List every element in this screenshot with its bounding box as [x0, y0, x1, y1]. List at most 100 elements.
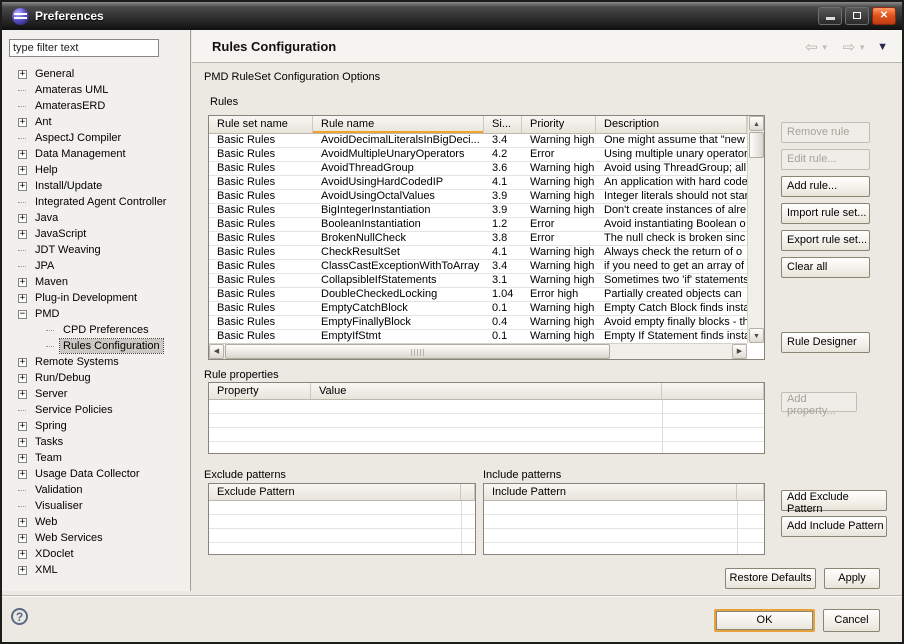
- value-column-header[interactable]: Value: [311, 383, 662, 399]
- vertical-scroll-thumb[interactable]: [749, 132, 764, 158]
- sidebar-item-jpa[interactable]: JPA: [2, 258, 189, 274]
- table-row[interactable]: Basic RulesClassCastExceptionWithToArray…: [209, 260, 747, 274]
- sidebar-item-service-policies[interactable]: Service Policies: [2, 402, 189, 418]
- expand-icon[interactable]: +: [18, 550, 27, 559]
- minimize-button[interactable]: [818, 7, 842, 25]
- sidebar-item-web[interactable]: +Web: [2, 514, 189, 530]
- expand-icon[interactable]: +: [18, 278, 27, 287]
- sidebar-item-plug-in-development[interactable]: +Plug-in Development: [2, 290, 189, 306]
- title-bar[interactable]: Preferences ✕: [2, 2, 902, 30]
- edit-rule-button[interactable]: Edit rule...: [781, 149, 870, 170]
- expand-icon[interactable]: +: [18, 182, 27, 191]
- table-row[interactable]: Basic RulesAvoidDecimalLiteralsInBigDeci…: [209, 134, 747, 148]
- sidebar-item-xml[interactable]: +XML: [2, 562, 189, 578]
- scroll-down-icon[interactable]: ▼: [749, 328, 764, 343]
- sidebar-item-web-services[interactable]: +Web Services: [2, 530, 189, 546]
- expand-icon[interactable]: +: [18, 422, 27, 431]
- expand-icon[interactable]: +: [18, 534, 27, 543]
- sidebar-item-jdt-weaving[interactable]: JDT Weaving: [2, 242, 189, 258]
- back-arrow-icon[interactable]: ⇦: [805, 38, 818, 56]
- column-header-rule-set-name[interactable]: Rule set name: [209, 116, 313, 133]
- add-rule-button[interactable]: Add rule...: [781, 176, 870, 197]
- sidebar-item-javascript[interactable]: +JavaScript: [2, 226, 189, 242]
- expand-icon[interactable]: +: [18, 70, 27, 79]
- horizontal-scrollbar[interactable]: ◀ ▶: [209, 343, 747, 359]
- sidebar-item-pmd[interactable]: −PMD: [2, 306, 189, 322]
- expand-icon[interactable]: +: [18, 166, 27, 175]
- expand-icon[interactable]: +: [18, 214, 27, 223]
- column-header-description[interactable]: Description: [596, 116, 747, 133]
- sidebar-item-general[interactable]: +General: [2, 66, 189, 82]
- table-row[interactable]: Basic RulesBigIntegerInstantiation3.9War…: [209, 204, 747, 218]
- sidebar-item-help[interactable]: +Help: [2, 162, 189, 178]
- expand-icon[interactable]: +: [18, 358, 27, 367]
- scroll-right-icon[interactable]: ▶: [732, 344, 747, 359]
- horizontal-scroll-thumb[interactable]: [225, 344, 610, 359]
- sidebar-item-aspectj-compiler[interactable]: AspectJ Compiler: [2, 130, 189, 146]
- column-header-rule-name[interactable]: Rule name: [313, 116, 484, 133]
- sidebar-item-run-debug[interactable]: +Run/Debug: [2, 370, 189, 386]
- expand-icon[interactable]: +: [18, 118, 27, 127]
- maximize-button[interactable]: [845, 7, 869, 25]
- import-rule-set-button[interactable]: Import rule set...: [781, 203, 870, 224]
- sidebar-item-server[interactable]: +Server: [2, 386, 189, 402]
- sidebar-item-remote-systems[interactable]: +Remote Systems: [2, 354, 189, 370]
- expand-icon[interactable]: +: [18, 294, 27, 303]
- table-row[interactable]: Basic RulesCheckResultSet4.1Warning high…: [209, 246, 747, 260]
- sidebar-item-xdoclet[interactable]: +XDoclet: [2, 546, 189, 562]
- table-row[interactable]: Basic RulesEmptyIfStmt0.1Warning highEmp…: [209, 330, 747, 343]
- include-pattern-column-header[interactable]: Include Pattern: [484, 484, 737, 500]
- sidebar-item-usage-data-collector[interactable]: +Usage Data Collector: [2, 466, 189, 482]
- filter-input[interactable]: [9, 39, 159, 57]
- expand-icon[interactable]: +: [18, 566, 27, 575]
- column-header-priority[interactable]: Priority: [522, 116, 596, 133]
- table-row[interactable]: Basic RulesAvoidUsingHardCodedIP4.1Warni…: [209, 176, 747, 190]
- export-rule-set-button[interactable]: Export rule set...: [781, 230, 870, 251]
- add-property-button[interactable]: Add property...: [781, 392, 857, 412]
- expand-icon[interactable]: +: [18, 374, 27, 383]
- sidebar-item-ant[interactable]: +Ant: [2, 114, 189, 130]
- expand-icon[interactable]: +: [18, 454, 27, 463]
- sidebar-item-java[interactable]: +Java: [2, 210, 189, 226]
- sidebar-item-maven[interactable]: +Maven: [2, 274, 189, 290]
- expand-icon[interactable]: +: [18, 230, 27, 239]
- table-row[interactable]: Basic RulesCollapsibleIfStatements3.1War…: [209, 274, 747, 288]
- vertical-scrollbar[interactable]: ▲ ▼: [747, 116, 764, 343]
- expand-icon[interactable]: +: [18, 438, 27, 447]
- help-icon[interactable]: ?: [11, 608, 28, 625]
- sidebar-item-spring[interactable]: +Spring: [2, 418, 189, 434]
- column-header-si[interactable]: Si...: [484, 116, 522, 133]
- expand-icon[interactable]: +: [18, 390, 27, 399]
- collapse-icon[interactable]: −: [18, 310, 27, 319]
- sidebar-item-validation[interactable]: Validation: [2, 482, 189, 498]
- sidebar-item-amateraserd[interactable]: AmaterasERD: [2, 98, 189, 114]
- add-include-pattern-button[interactable]: Add Include Pattern: [781, 516, 887, 537]
- ok-button[interactable]: OK: [714, 609, 815, 632]
- clear-all-button[interactable]: Clear all: [781, 257, 870, 278]
- apply-button[interactable]: Apply: [824, 568, 880, 589]
- rule-designer-button[interactable]: Rule Designer: [781, 332, 870, 353]
- table-row[interactable]: Basic RulesEmptyFinallyBlock0.4Warning h…: [209, 316, 747, 330]
- forward-arrow-icon[interactable]: ⇨: [843, 38, 856, 56]
- add-exclude-pattern-button[interactable]: Add Exclude Pattern: [781, 490, 887, 511]
- sidebar-item-tasks[interactable]: +Tasks: [2, 434, 189, 450]
- forward-history-caret-icon[interactable]: ▼: [858, 43, 866, 52]
- scroll-up-icon[interactable]: ▲: [749, 116, 764, 131]
- sidebar-item-install-update[interactable]: +Install/Update: [2, 178, 189, 194]
- table-row[interactable]: Basic RulesAvoidMultipleUnaryOperators4.…: [209, 148, 747, 162]
- sidebar-item-rules-configuration[interactable]: Rules Configuration: [2, 338, 189, 354]
- table-row[interactable]: Basic RulesAvoidThreadGroup3.6Warning hi…: [209, 162, 747, 176]
- scroll-left-icon[interactable]: ◀: [209, 344, 224, 359]
- close-button[interactable]: ✕: [872, 7, 896, 25]
- restore-defaults-button[interactable]: Restore Defaults: [725, 568, 816, 589]
- expand-icon[interactable]: +: [18, 470, 27, 479]
- table-row[interactable]: Basic RulesDoubleCheckedLocking1.04Error…: [209, 288, 747, 302]
- table-row[interactable]: Basic RulesBooleanInstantiation1.2ErrorA…: [209, 218, 747, 232]
- cancel-button[interactable]: Cancel: [823, 609, 880, 632]
- table-row[interactable]: Basic RulesEmptyCatchBlock0.1Warning hig…: [209, 302, 747, 316]
- table-row[interactable]: Basic RulesAvoidUsingOctalValues3.9Warni…: [209, 190, 747, 204]
- sidebar-item-amateras-uml[interactable]: Amateras UML: [2, 82, 189, 98]
- expand-icon[interactable]: +: [18, 518, 27, 527]
- back-history-caret-icon[interactable]: ▼: [821, 43, 829, 52]
- view-menu-icon[interactable]: ▼: [877, 41, 888, 53]
